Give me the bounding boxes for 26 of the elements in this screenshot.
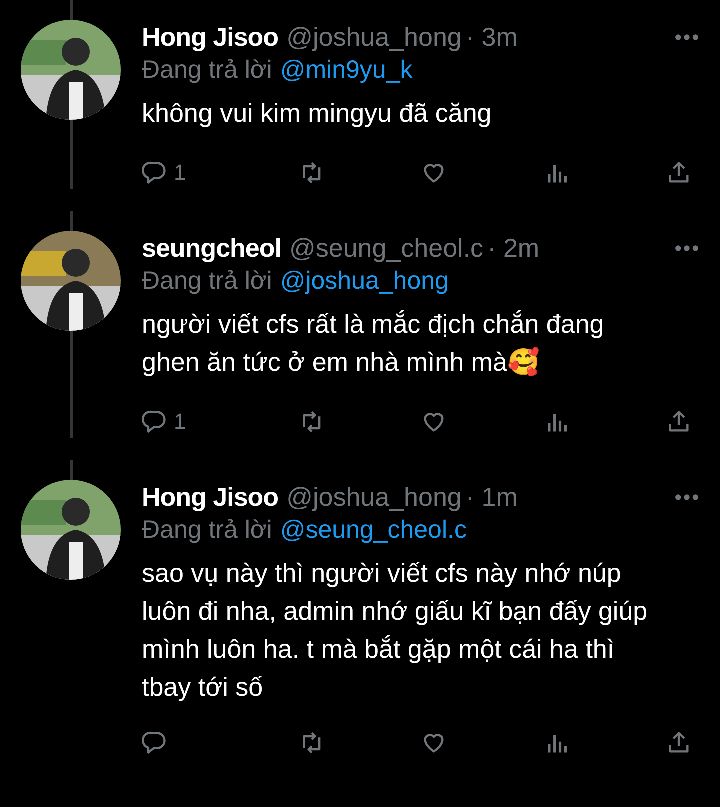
tweet-text: không vui kim mingyu đã căng xyxy=(142,97,493,130)
display-name[interactable]: Hong Jisoo xyxy=(142,20,279,54)
reply-icon[interactable] xyxy=(142,160,168,186)
mention-link[interactable]: @seung_cheol.c xyxy=(280,514,467,546)
more-icon[interactable] xyxy=(674,32,700,42)
user-handle: @joshua_hong xyxy=(286,21,462,54)
reply-count: 1 xyxy=(174,408,186,436)
user-handle: @joshua_hong xyxy=(286,481,462,514)
replying-label: Đang trả lời xyxy=(142,55,272,86)
timestamp: · 1m xyxy=(466,481,518,514)
timestamp: · 2m xyxy=(488,232,540,265)
more-icon[interactable] xyxy=(674,244,700,252)
reply-icon[interactable] xyxy=(142,730,168,756)
mention-link[interactable]: @min9yu_k xyxy=(280,54,413,86)
replying-label: Đang trả lời xyxy=(142,515,272,546)
user-handle: @seung_cheol.c xyxy=(289,232,484,265)
reply-icon[interactable] xyxy=(142,408,168,434)
replying-label: Đang trả lời xyxy=(142,266,272,297)
tweet-text: người viết cfs rất là mắc địch chắn đang ghen ăn tức ở em nhà mình mà🥰 xyxy=(142,308,606,379)
mention-link[interactable]: @joshua_hong xyxy=(280,265,449,297)
timestamp: · 3m xyxy=(466,21,518,54)
reply-count: 1 xyxy=(174,159,186,187)
tweet-text: sao vụ này thì người viết cfs này nhớ núp luôn đi nha, admin nhớ giấu kĩ bạn đấy giúp mình luôn ha. t mà bắt gặp một cái ha thì tbay tới số xyxy=(142,557,649,704)
display-name[interactable]: Hong Jisoo xyxy=(142,480,279,514)
display-name[interactable]: seungcheol xyxy=(142,231,282,265)
more-icon[interactable] xyxy=(674,492,700,502)
